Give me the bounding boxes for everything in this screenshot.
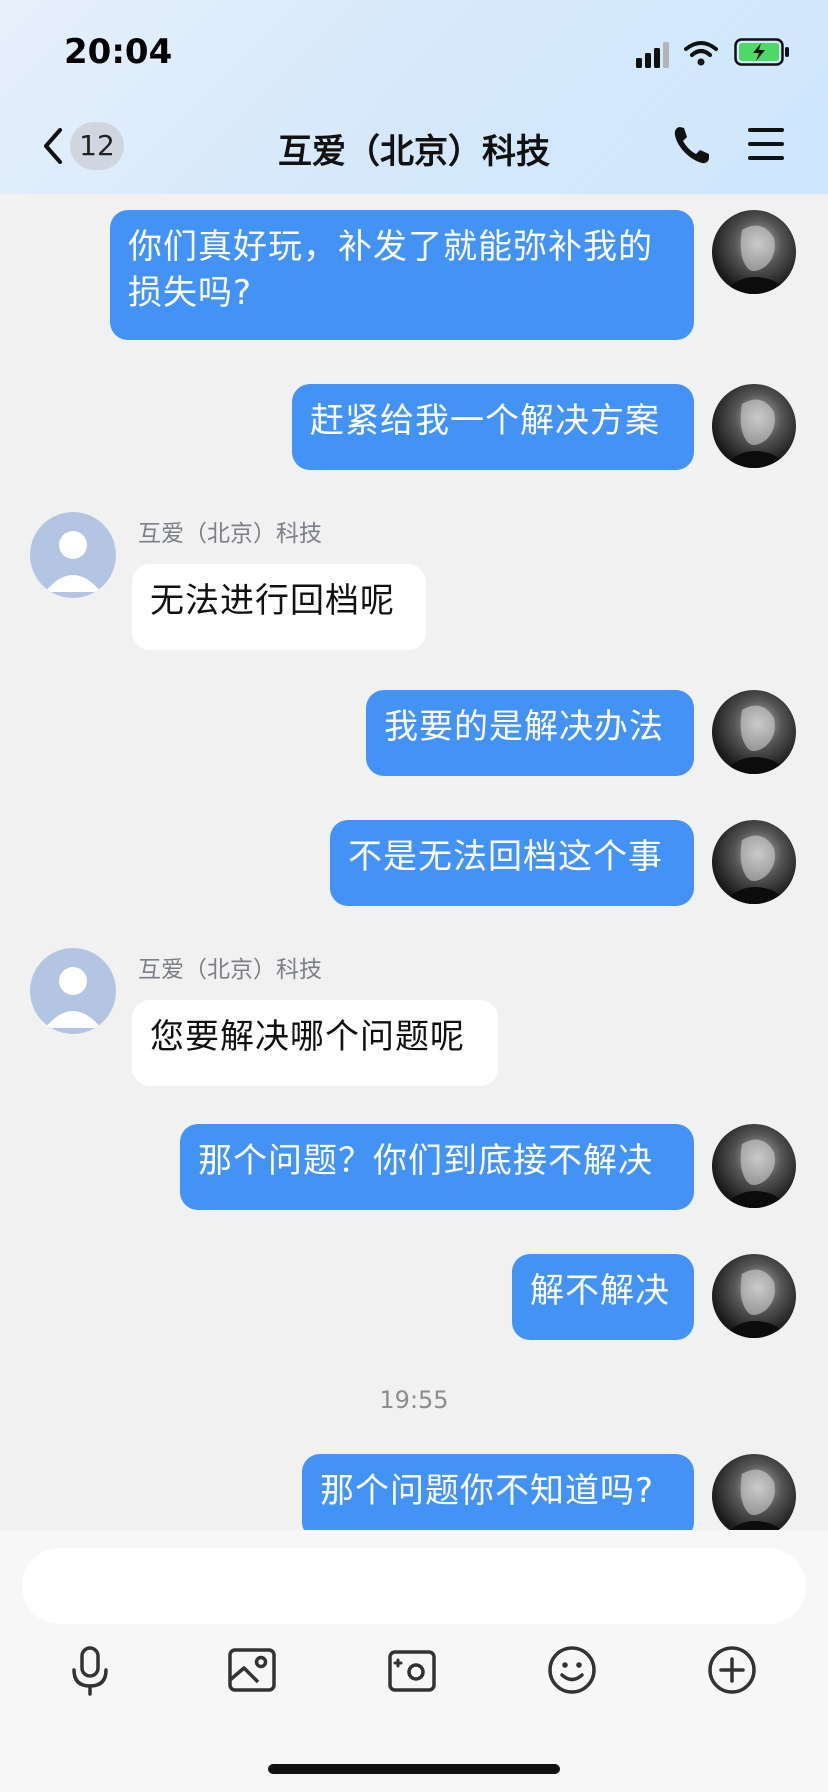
message-bubble-outgoing[interactable]: 那个问题你不知道吗? xyxy=(302,1454,694,1540)
avatar[interactable] xyxy=(712,820,796,904)
message-bubble-outgoing[interactable]: 你们真好玩，补发了就能弥补我的损失吗? xyxy=(110,210,694,340)
emoji-icon[interactable] xyxy=(544,1642,600,1698)
avatar[interactable] xyxy=(712,1454,796,1538)
menu-icon[interactable] xyxy=(746,126,786,162)
phone-icon[interactable] xyxy=(672,124,712,166)
timestamp-divider: 19:55 xyxy=(379,1386,449,1414)
message-bubble-outgoing[interactable]: 赶紧给我一个解决方案 xyxy=(292,384,694,470)
avatar[interactable] xyxy=(712,384,796,468)
avatar[interactable] xyxy=(712,1254,796,1338)
message-bubble-outgoing[interactable]: 我要的是解决办法 xyxy=(366,690,694,776)
message-input[interactable] xyxy=(22,1548,806,1624)
composer-bar xyxy=(0,1530,828,1792)
wifi-icon xyxy=(684,41,718,66)
avatar[interactable] xyxy=(30,948,116,1034)
camera-icon[interactable] xyxy=(384,1642,440,1698)
avatar[interactable] xyxy=(712,1124,796,1208)
battery-icon xyxy=(734,38,789,66)
message-bubble-outgoing[interactable]: 不是无法回档这个事 xyxy=(330,820,694,906)
message-bubble-incoming[interactable]: 无法进行回档呢 xyxy=(132,564,426,650)
avatar[interactable] xyxy=(30,512,116,598)
image-icon[interactable] xyxy=(224,1642,280,1698)
microphone-icon[interactable] xyxy=(62,1642,118,1698)
message-bubble-outgoing[interactable]: 解不解决 xyxy=(512,1254,694,1340)
avatar[interactable] xyxy=(712,690,796,774)
status-time: 20:04 xyxy=(64,32,173,72)
status-icons xyxy=(630,36,790,68)
chat-header: 20:04 12 互爱（北京）科技 xyxy=(0,0,828,194)
message-bubble-outgoing[interactable]: 那个问题？你们到底接不解决 xyxy=(180,1124,694,1210)
plus-icon[interactable] xyxy=(704,1642,760,1698)
signal-icon xyxy=(636,42,669,68)
message-bubble-incoming[interactable]: 您要解决哪个问题呢 xyxy=(132,1000,498,1086)
avatar[interactable] xyxy=(712,210,796,294)
home-indicator xyxy=(268,1764,560,1774)
sender-name: 互爱（北京）科技 xyxy=(138,957,322,983)
sender-name: 互爱（北京）科技 xyxy=(138,521,322,547)
